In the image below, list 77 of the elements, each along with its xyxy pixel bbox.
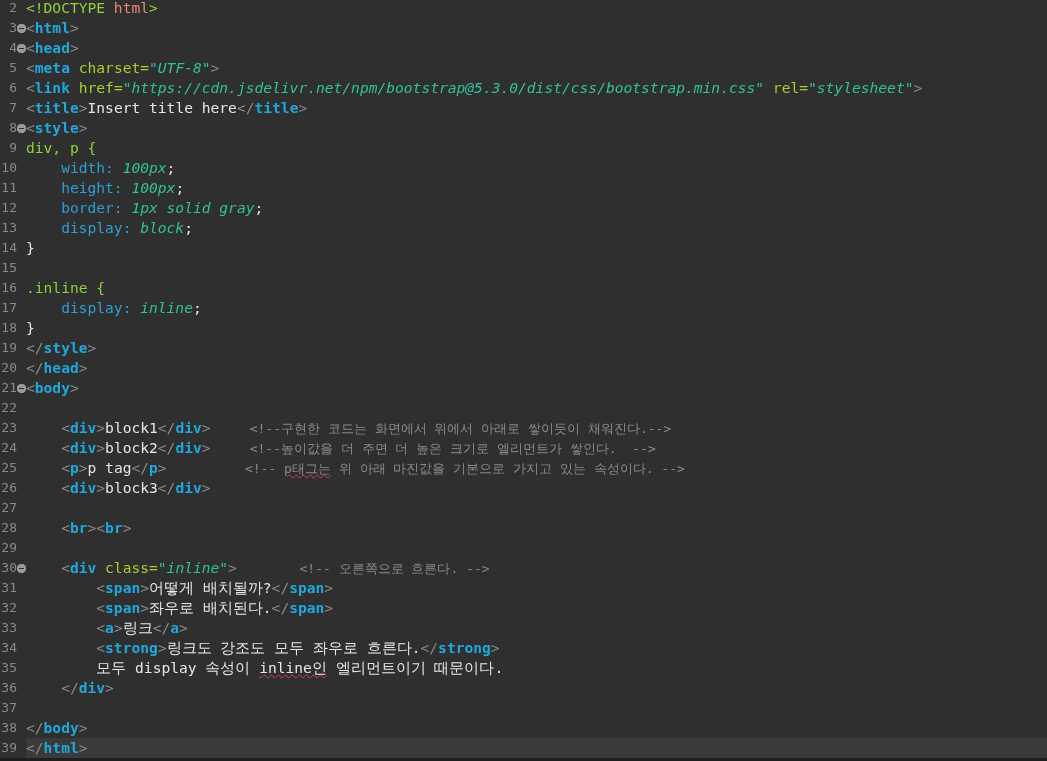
code-line: <span>어떻게 배치될까?</span> — [95, 579, 334, 596]
line-number: 30 — [1, 559, 17, 577]
code-line: .inline { — [26, 279, 106, 296]
fold-icon[interactable] — [17, 124, 26, 133]
code-line: </html> — [26, 739, 88, 756]
line-number: 39 — [1, 739, 17, 757]
fold-icon[interactable] — [17, 44, 26, 53]
code-line: } — [26, 319, 35, 336]
line-number: 4 — [9, 39, 17, 57]
line-number: 35 — [1, 659, 17, 677]
fold-icon[interactable] — [17, 384, 26, 393]
line-number: 27 — [1, 499, 17, 517]
line-number: 18 — [1, 319, 17, 337]
code-line: <html> — [26, 19, 79, 36]
code-line: } — [26, 239, 35, 256]
line-number: 3 — [9, 19, 17, 37]
code-line: <style> — [26, 119, 88, 136]
line-number: 24 — [1, 439, 17, 457]
code-line: display: block; — [60, 219, 193, 236]
line-number: 16 — [1, 279, 17, 297]
code-line: </div> — [60, 679, 114, 696]
line-number: 28 — [1, 519, 17, 537]
line-number: 23 — [1, 419, 17, 437]
code-line: <br><br> — [60, 519, 132, 536]
line-number: 25 — [1, 459, 17, 477]
code-line: <div class="inline"> <!-- 오른쪽으로 흐른다. --> — [60, 559, 490, 576]
line-number: 37 — [1, 699, 17, 717]
line-number: 26 — [1, 479, 17, 497]
code-line: </head> — [26, 359, 88, 376]
code-line: <link href="https://cdn.jsdelivr.net/npm/bootstrap@5.3.0/dist/css/bootstrap.min.css" rel="stylesheet"> — [26, 79, 923, 96]
line-number: 34 — [1, 639, 17, 657]
line-number: 19 — [1, 339, 17, 357]
code-line: <div>block1</div> <!--구현한 코드는 화면에서 위에서 아래로 쌓이듯이 채워진다.--> — [60, 419, 672, 436]
code-line: <p>p tag</p> <!-- p태그는 위 아래 마진값을 기본으로 가지고 있는 속성이다. --> — [60, 459, 685, 476]
code-line: </style> — [26, 339, 97, 356]
code-line: <!DOCTYPE html> — [26, 0, 158, 16]
line-number: 14 — [1, 239, 17, 257]
code-line: width: 100px; — [60, 159, 176, 176]
code-editor[interactable] — [0, 0, 1047, 761]
line-number: 13 — [1, 219, 17, 237]
line-number: 20 — [1, 359, 17, 377]
code-line: </body> — [26, 719, 88, 736]
line-number: 38 — [1, 719, 17, 737]
line-number: 29 — [1, 539, 17, 557]
line-number: 32 — [1, 599, 17, 617]
line-number: 11 — [1, 179, 17, 197]
line-number: 22 — [1, 399, 17, 417]
code-line: <strong>링크도 강조도 모두 좌우로 흐른다.</strong> — [95, 639, 500, 656]
code-line: <a>링크</a> — [95, 619, 188, 636]
code-line: <div>block3</div> — [60, 479, 211, 496]
fold-icon[interactable] — [17, 24, 26, 33]
fold-icon[interactable] — [17, 564, 26, 573]
line-number: 31 — [1, 579, 17, 597]
code-line: <head> — [26, 39, 79, 56]
code-line: div, p { — [26, 139, 97, 156]
code-line: border: 1px solid gray; — [60, 199, 264, 216]
code-line: <meta charset="UTF-8"> — [26, 59, 220, 76]
line-number: 7 — [9, 99, 17, 117]
line-number: 21 — [1, 379, 17, 397]
line-number: 17 — [1, 299, 17, 317]
line-number: 8 — [9, 119, 17, 137]
code-line: <div>block2</div> <!--높이값을 더 주면 더 높은 크기로 엘리먼트가 쌓인다. --> — [60, 439, 656, 456]
line-number: 15 — [1, 259, 17, 277]
code-line: <body> — [26, 379, 79, 396]
line-number: 9 — [9, 139, 17, 157]
line-number: 12 — [1, 199, 17, 217]
code-line: 모두 display 속성이 inline인 엘리먼트이기 때문이다. — [95, 659, 504, 676]
code-line: <title>Insert title here</title> — [26, 99, 308, 116]
line-number: 33 — [1, 619, 17, 637]
line-number: 2 — [9, 0, 17, 17]
code-line: <span>좌우로 배치된다.</span> — [95, 599, 334, 616]
line-number: 5 — [9, 59, 17, 77]
code-line: height: 100px; — [60, 179, 185, 196]
line-number: 10 — [1, 159, 17, 177]
code-line: display: inline; — [60, 299, 202, 316]
line-number: 36 — [1, 679, 17, 697]
line-number: 6 — [9, 79, 17, 97]
